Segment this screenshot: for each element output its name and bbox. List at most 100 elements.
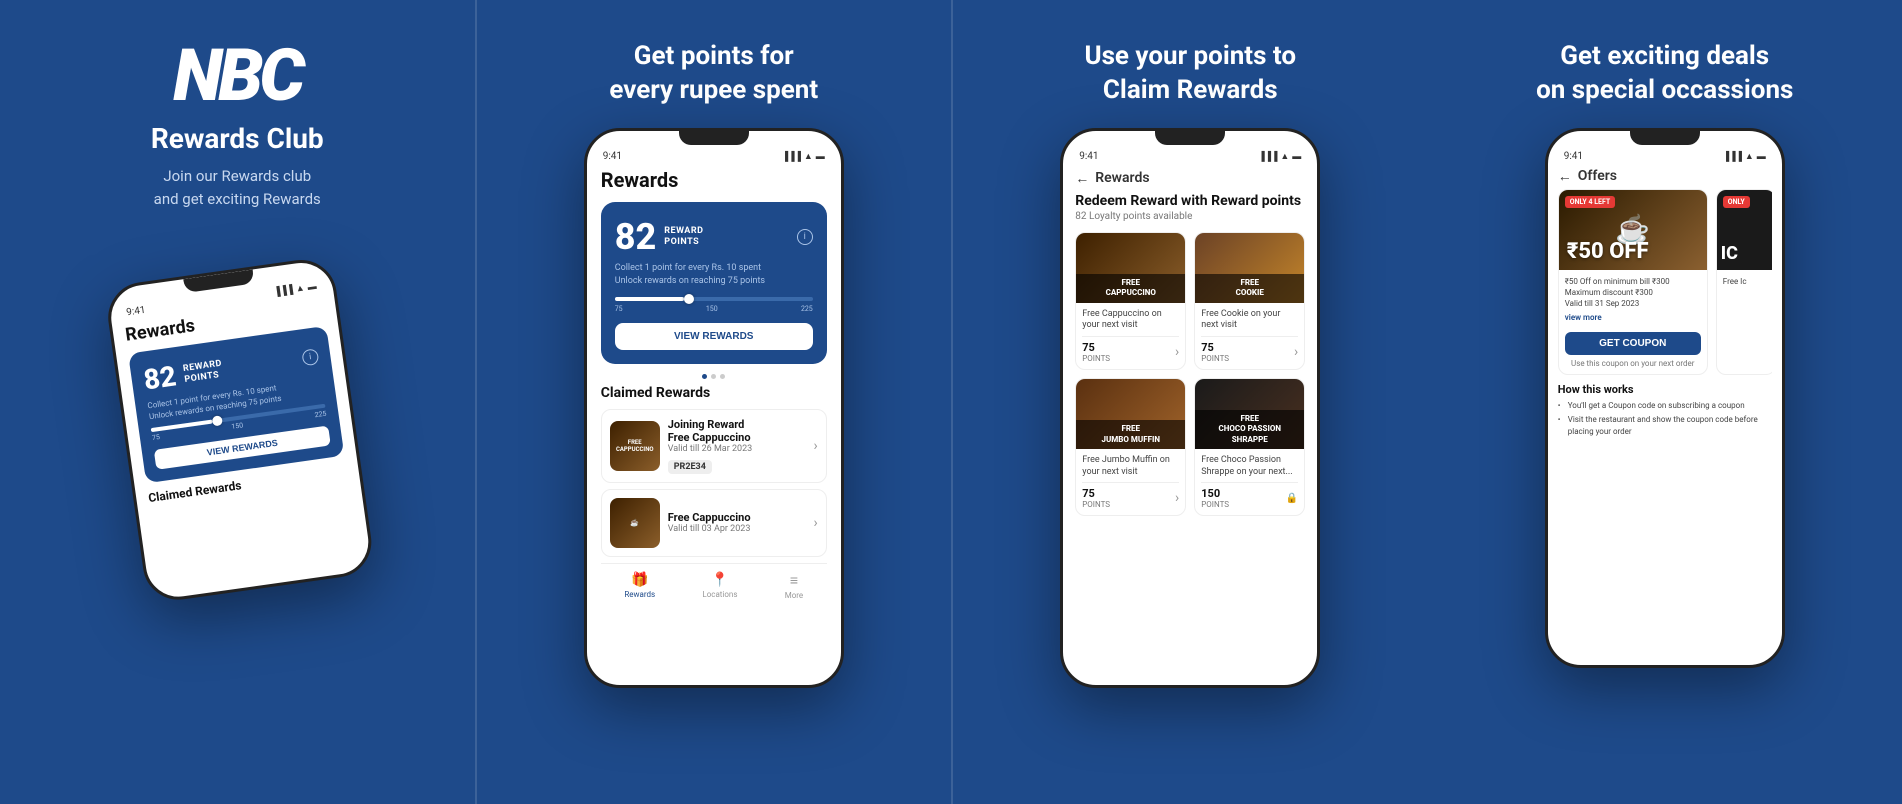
signal-icon-2: ▐▐▐ bbox=[782, 151, 801, 162]
offer-desc-1: ₹50 Off on minimum bill ₹300 Maximum dis… bbox=[1565, 276, 1701, 310]
status-icons-4: ▐▐▐ ▲ ▬ bbox=[1723, 151, 1766, 162]
panel-3-heading: Use your points toClaim Rewards bbox=[1084, 40, 1296, 108]
offer-badge-1: ONLY 4 LEFT bbox=[1565, 196, 1615, 208]
rewards-grid: FREECAPPUCCINO Free Cappuccino on your n… bbox=[1075, 232, 1305, 517]
phone-notch-4 bbox=[1630, 131, 1700, 145]
rewards-nav-icon: 🎁 bbox=[631, 572, 648, 588]
chevron-right-1: › bbox=[814, 438, 818, 454]
offer-badge-2: ONLY bbox=[1723, 196, 1750, 208]
points-desc-full: Collect 1 point for every Rs. 10 spentUn… bbox=[615, 262, 813, 289]
status-bar-2: 9:41 ▐▐▐ ▲ ▬ bbox=[587, 145, 841, 164]
reward-item-passion[interactable]: FREECHOCO PASSIONSHRAPPE Free Choco Pass… bbox=[1194, 378, 1305, 516]
panel-3: Use your points toClaim Rewards 9:41 ▐▐▐… bbox=[953, 0, 1428, 804]
phone-mockup-1: 9:41 ▐▐▐ ▲ ▬ Rewards 82 REWARDPOINTS i C… bbox=[104, 255, 376, 604]
claimed-info-1: Joining RewardFree Cappuccino Valid till… bbox=[668, 418, 806, 474]
redeem-title: Redeem Reward with Reward points bbox=[1075, 193, 1305, 209]
wifi-icon-2: ▲ bbox=[804, 151, 813, 162]
phone-notch-3 bbox=[1155, 131, 1225, 145]
brand-title: Rewards Club bbox=[151, 122, 324, 155]
nav-locations[interactable]: 📍 Locations bbox=[702, 572, 737, 599]
info-icon[interactable]: i bbox=[302, 348, 320, 366]
reward-item-cappuccino[interactable]: FREECAPPUCCINO Free Cappuccino on your n… bbox=[1075, 232, 1186, 370]
claimed-name-1: Joining RewardFree Cappuccino bbox=[668, 418, 806, 444]
coupon-note: Use this coupon on your next order bbox=[1565, 359, 1701, 368]
offer-card-1[interactable]: ☕ ONLY 4 LEFT ₹50 OFF ₹50 Off on minimum… bbox=[1558, 189, 1708, 376]
nbc-logo: NBC bbox=[173, 40, 301, 112]
reward-img-passion: FREECHOCO PASSIONSHRAPPE bbox=[1195, 379, 1304, 449]
status-bar-3: 9:41 ▐▐▐ ▲ ▬ bbox=[1063, 145, 1317, 164]
offer-info-1: ₹50 Off on minimum bill ₹300 Maximum dis… bbox=[1559, 270, 1707, 329]
panel-4-heading: Get exciting dealson special occassions bbox=[1536, 40, 1793, 108]
offers-cards-row: ☕ ONLY 4 LEFT ₹50 OFF ₹50 Off on minimum… bbox=[1558, 189, 1772, 376]
chevron-cookie: › bbox=[1294, 344, 1298, 360]
points-number-lg: 82 bbox=[615, 216, 657, 258]
chevron-right-2: › bbox=[814, 515, 818, 531]
nav-locations-label: Locations bbox=[702, 590, 737, 599]
offer-price-2: IC bbox=[1721, 243, 1738, 264]
claimed-item-2[interactable]: ☕ Free Cappuccino Valid till 03 Apr 2023… bbox=[601, 489, 827, 557]
status-icons-2: ▐▐▐ ▲ ▬ bbox=[782, 151, 825, 162]
slider-labels-2: 75 150 225 bbox=[615, 305, 813, 313]
battery-icon: ▬ bbox=[307, 281, 317, 293]
how-works-item-1: You'll get a Coupon code on subscribing … bbox=[1558, 400, 1772, 411]
chevron-cappuccino: › bbox=[1175, 344, 1179, 360]
bottom-nav: 🎁 Rewards 📍 Locations ≡ More bbox=[601, 563, 827, 604]
claimed-valid-2: Valid till 03 Apr 2023 bbox=[668, 524, 806, 534]
reward-pts-cookie: 75 bbox=[1201, 341, 1229, 354]
offer-price-1: ₹50 OFF bbox=[1567, 239, 1649, 264]
more-nav-icon: ≡ bbox=[790, 572, 798, 589]
view-more-1[interactable]: view more bbox=[1565, 313, 1701, 322]
time-4: 9:41 bbox=[1564, 151, 1583, 162]
status-bar-4: 9:41 ▐▐▐ ▲ ▬ bbox=[1548, 145, 1782, 164]
redeem-sub: 82 Loyalty points available bbox=[1075, 211, 1305, 222]
panel-4: Get exciting dealson special occassions … bbox=[1428, 0, 1902, 804]
reward-pts-label-cappuccino: POINTS bbox=[1082, 354, 1110, 363]
get-coupon-button[interactable]: GET COUPON bbox=[1565, 332, 1701, 355]
reward-pts-label-cookie: POINTS bbox=[1201, 354, 1229, 363]
reward-overlay-muffin: FREEJUMBO MUFFIN bbox=[1076, 420, 1185, 449]
lock-icon-passion: 🔒 bbox=[1286, 493, 1298, 504]
signal-icon: ▐▐▐ bbox=[273, 284, 293, 298]
points-number: 82 bbox=[142, 359, 179, 396]
claimed-item-1[interactable]: FREECAPPUCCINO Joining RewardFree Cappuc… bbox=[601, 409, 827, 483]
phone-mockup-4: 9:41 ▐▐▐ ▲ ▬ ← Offers ☕ ONLY 4 LE bbox=[1545, 128, 1785, 668]
reward-pts-cappuccino: 75 bbox=[1082, 341, 1110, 354]
claimed-section-title: Claimed Rewards bbox=[601, 385, 827, 401]
view-rewards-button-2[interactable]: VIEW REWARDS bbox=[615, 323, 813, 350]
wifi-icon-4: ▲ bbox=[1745, 151, 1754, 162]
signal-icon-3: ▐▐▐ bbox=[1258, 151, 1277, 162]
brand-subtitle: Join our Rewards cluband get exciting Re… bbox=[154, 165, 321, 210]
offer-info-2: Free Ic bbox=[1717, 270, 1772, 297]
location-nav-icon: 📍 bbox=[711, 572, 728, 588]
info-icon-2[interactable]: i bbox=[797, 229, 813, 245]
claimed-info-2: Free Cappuccino Valid till 03 Apr 2023 bbox=[668, 511, 806, 534]
dot-1 bbox=[702, 374, 707, 379]
reward-overlay-passion: FREECHOCO PASSIONSHRAPPE bbox=[1195, 410, 1304, 449]
reward-overlay-cookie: FREECOOKIE bbox=[1195, 274, 1304, 303]
nav-rewards[interactable]: 🎁 Rewards bbox=[624, 572, 655, 599]
reward-overlay-cappuccino: FREECAPPUCCINO bbox=[1076, 274, 1185, 303]
back-arrow-3[interactable]: ← bbox=[1075, 170, 1089, 187]
reward-pts-label-muffin: POINTS bbox=[1082, 500, 1110, 509]
time: 9:41 bbox=[126, 305, 147, 319]
claimed-valid-1: Valid till 26 Mar 2023 bbox=[668, 444, 806, 454]
how-this-works: How this works You'll get a Coupon code … bbox=[1558, 383, 1772, 437]
nav-more-label: More bbox=[785, 591, 803, 600]
reward-item-muffin[interactable]: FREEJUMBO MUFFIN Free Jumbo Muffin on yo… bbox=[1075, 378, 1186, 516]
offer-img-1: ☕ ONLY 4 LEFT ₹50 OFF bbox=[1559, 190, 1707, 270]
reward-pts-muffin: 75 bbox=[1082, 487, 1110, 500]
reward-item-cookie[interactable]: FREECOOKIE Free Cookie on your next visi… bbox=[1194, 232, 1305, 370]
offers-title: Offers bbox=[1578, 168, 1617, 184]
how-works-item-2: Visit the restaurant and show the coupon… bbox=[1558, 414, 1772, 436]
reward-img-cappuccino: FREECAPPUCCINO bbox=[1076, 233, 1185, 303]
dot-3 bbox=[720, 374, 725, 379]
battery-icon-4: ▬ bbox=[1757, 151, 1766, 162]
back-arrow-4[interactable]: ← bbox=[1558, 168, 1572, 185]
nav-more[interactable]: ≡ More bbox=[785, 572, 803, 600]
offer-card-2[interactable]: ONLY IC Free Ic bbox=[1716, 189, 1772, 376]
time-2: 9:41 bbox=[603, 151, 622, 162]
phone-notch-2 bbox=[679, 131, 749, 145]
battery-icon-3: ▬ bbox=[1292, 151, 1301, 162]
points-label-lg: REWARDPOINTS bbox=[664, 226, 703, 248]
back-row-4: ← Offers bbox=[1558, 164, 1772, 189]
